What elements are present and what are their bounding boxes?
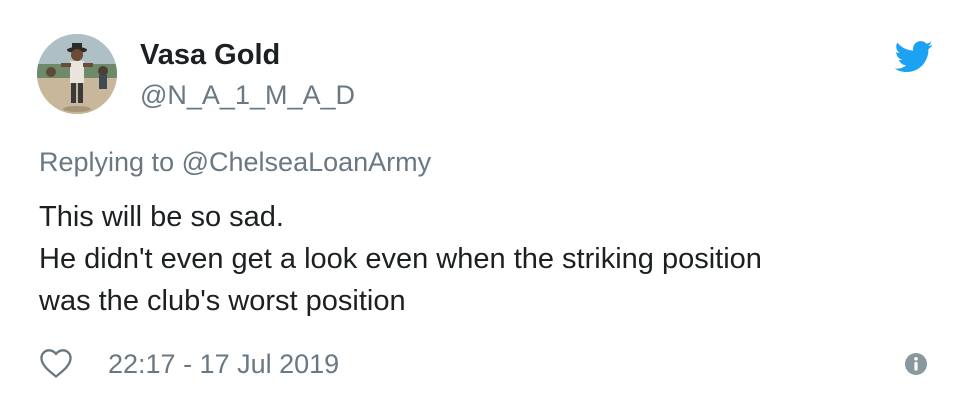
- tweet-text-line: He didn't even get a look even when the …: [39, 243, 762, 275]
- tweet-text: This will be so sad. He didn't even get …: [39, 196, 939, 322]
- heart-glyph: [40, 349, 72, 378]
- tweet-card: Vasa Gold @N_A_1_M_A_D Replying to @Chel…: [0, 0, 974, 400]
- reply-prefix: Replying to: [39, 147, 175, 177]
- twitter-bird-icon[interactable]: [894, 41, 934, 73]
- user-handle[interactable]: @N_A_1_M_A_D: [140, 79, 355, 111]
- avatar[interactable]: [37, 34, 117, 114]
- tweet-text-line: This will be so sad.: [39, 201, 284, 233]
- avatar-photo: [37, 34, 117, 114]
- tweet-timestamp[interactable]: 22:17 - 17 Jul 2019: [108, 348, 339, 380]
- info-circle-icon[interactable]: [904, 352, 928, 376]
- tweet-text-line: was the club's worst position: [39, 285, 406, 317]
- twitter-bird-glyph: [894, 41, 933, 73]
- info-glyph: [905, 353, 927, 375]
- heart-outline-icon[interactable]: [38, 347, 74, 379]
- display-name[interactable]: Vasa Gold: [140, 39, 280, 71]
- replying-to: Replying to @ChelseaLoanArmy: [39, 146, 431, 178]
- reply-target-link[interactable]: @ChelseaLoanArmy: [182, 147, 432, 177]
